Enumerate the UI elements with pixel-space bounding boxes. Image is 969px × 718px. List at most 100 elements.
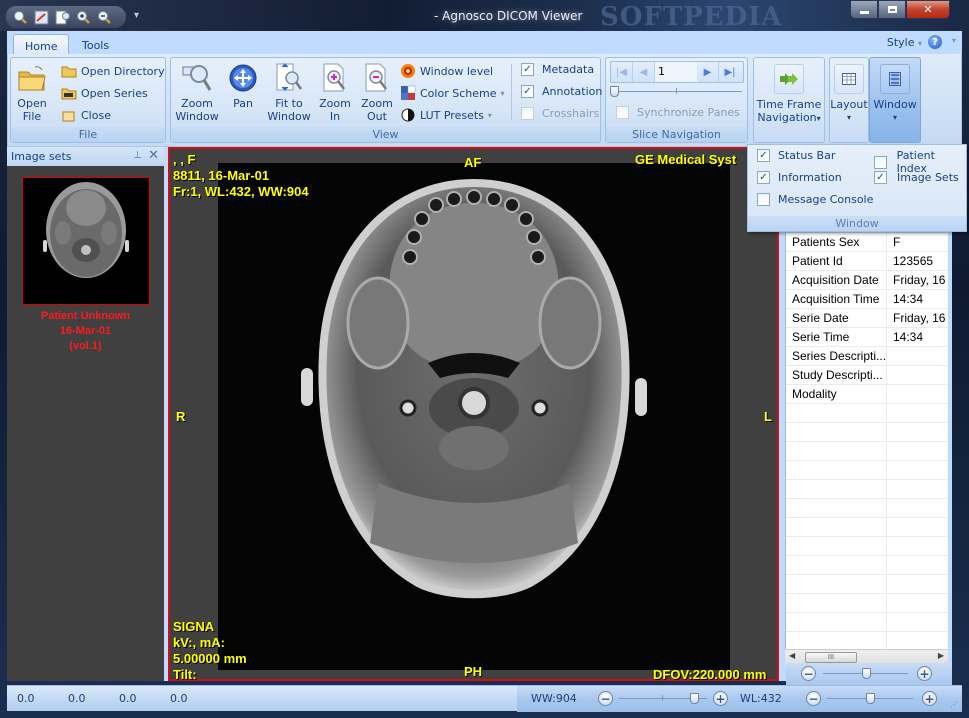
ww-increase-button[interactable]: + [713, 691, 728, 706]
next-slice-button[interactable]: ▶ [697, 62, 719, 82]
pan-icon [227, 62, 259, 94]
synchronize-panes-checkbox[interactable]: Synchronize Panes [616, 106, 740, 119]
last-slice-button[interactable]: ▶| [719, 62, 741, 82]
info-table-row[interactable]: Serie Date Friday, 16 M [786, 309, 948, 328]
wl-decrease-button[interactable]: − [806, 691, 821, 706]
image-info-icon[interactable] [54, 9, 71, 26]
status-bar: 0.0 0.0 0.0 0.0 WW:904 − + WL:432 − + ⋰ [7, 685, 962, 712]
zoom-in-icon[interactable] [75, 9, 92, 26]
resize-grip-icon[interactable]: ⋰ [950, 700, 960, 710]
window-button[interactable]: Window ▾ [870, 62, 920, 124]
color-scheme-button[interactable]: Color Scheme ▾ [400, 85, 504, 101]
pin-icon[interactable]: ⊥ [133, 150, 142, 161]
status-bar-toggle[interactable]: ✓ Status Bar [757, 149, 835, 162]
info-table-row[interactable]: Patients Sex F [786, 233, 948, 252]
orientation-bottom: PH [464, 664, 483, 679]
zoom-window-icon[interactable] [12, 9, 29, 26]
info-table-row[interactable] [786, 537, 948, 556]
open-file-button[interactable]: Open File [16, 62, 48, 123]
window-level-icon [400, 63, 416, 79]
image-set-thumbnail[interactable] [22, 177, 150, 305]
slice-slider-track[interactable] [614, 91, 742, 92]
tab-tools[interactable]: Tools [71, 34, 120, 55]
info-table-row[interactable] [786, 461, 948, 480]
previous-slice-button[interactable]: ◀ [633, 62, 655, 82]
info-table-row[interactable] [786, 404, 948, 423]
info-table-row[interactable] [786, 480, 948, 499]
chevron-down-icon[interactable]: ▾ [952, 36, 956, 45]
horizontal-scrollbar[interactable]: ◀ III ▶ [785, 649, 948, 664]
time-frame-label-2-text: Navigation [757, 111, 817, 124]
scrollbar-thumb[interactable]: III [805, 652, 857, 663]
info-table-row[interactable]: Patient Id 123565 [786, 252, 948, 271]
info-zoom-in-button[interactable]: + [917, 666, 932, 681]
time-frame-navigation-button[interactable]: Time Frame Navigation▾ [754, 62, 824, 125]
ww-slider-thumb[interactable] [689, 693, 699, 704]
mri-thumbnail-image [23, 178, 149, 304]
image-viewport[interactable]: , , F 8811, 16-Mar-01 Fr:1, WL:432, WW:9… [168, 147, 779, 682]
close-button[interactable]: ✕ [906, 0, 950, 19]
zoom-in-button[interactable]: Zoom In [318, 62, 352, 123]
slice-number-input[interactable]: 1 [655, 62, 697, 82]
info-table-row[interactable] [786, 556, 948, 575]
lut-presets-button[interactable]: LUT Presets ▾ [400, 107, 492, 123]
window-panes-icon [880, 64, 910, 94]
folder-open-icon [16, 62, 48, 94]
wl-slider-thumb[interactable] [866, 693, 875, 704]
zoom-out-icon[interactable] [96, 9, 113, 26]
ww-decrease-button[interactable]: − [598, 691, 613, 706]
info-table-row[interactable] [786, 423, 948, 442]
info-table-row[interactable]: Acquisition Date Friday, 16 M [786, 271, 948, 290]
layout-button[interactable]: Layout ▾ [830, 62, 868, 124]
close-panel-icon[interactable]: ✕ [148, 148, 159, 163]
info-table-row[interactable] [786, 632, 948, 649]
info-table-row[interactable]: Acquisition Time 14:34 [786, 290, 948, 309]
fit-to-window-icon[interactable] [33, 9, 50, 26]
slice-slider-thumb[interactable] [610, 86, 619, 97]
zoom-window-button[interactable]: Zoom Window [174, 62, 220, 123]
scroll-left-icon[interactable]: ◀ [789, 651, 795, 660]
status-bar-controls: WW:904 − + WL:432 − + ⋰ [517, 686, 962, 712]
annotation-checkbox[interactable]: ✓ Annotation [521, 85, 602, 98]
message-console-toggle[interactable]: Message Console [757, 193, 873, 206]
open-directory-button[interactable]: Open Directory [61, 63, 165, 79]
checkbox-checked-icon: ✓ [757, 171, 770, 184]
pan-button[interactable]: Pan [226, 62, 260, 110]
scroll-right-icon[interactable]: ▶ [938, 651, 944, 660]
information-toggle[interactable]: ✓ Information [757, 171, 842, 184]
info-table-row[interactable]: Modality [786, 385, 948, 404]
info-table-row[interactable] [786, 499, 948, 518]
customize-qat-icon[interactable]: ▾ [134, 10, 139, 21]
image-sets-title: Image sets [11, 150, 72, 163]
mri-scan-image[interactable] [218, 163, 730, 670]
info-table-row[interactable]: Study Descripti... [786, 366, 948, 385]
metadata-checkbox[interactable]: ✓ Metadata [521, 63, 594, 76]
plus-icon: + [924, 691, 935, 706]
help-icon[interactable]: ? [928, 35, 942, 49]
crosshairs-checkbox[interactable]: Crosshairs [521, 107, 599, 120]
image-sets-toggle[interactable]: ✓ Image Sets [874, 171, 959, 184]
info-table-row[interactable]: Serie Time 14:34 [786, 328, 948, 347]
style-menu[interactable]: Style ▾ [887, 36, 922, 49]
minimize-button[interactable] [850, 0, 878, 19]
info-table-row[interactable] [786, 575, 948, 594]
first-slice-button[interactable]: |◀ [611, 62, 633, 82]
info-table-row[interactable]: Series Descripti... [786, 347, 948, 366]
close-file-button[interactable]: Close [61, 107, 111, 123]
info-table-row[interactable] [786, 594, 948, 613]
fit-to-window-button[interactable]: Fit to Window [265, 62, 313, 123]
info-table-row[interactable] [786, 613, 948, 632]
info-value [887, 556, 948, 574]
zoom-out-button[interactable]: Zoom Out [360, 62, 394, 123]
info-table-row[interactable] [786, 518, 948, 537]
info-table-row[interactable] [786, 442, 948, 461]
wl-increase-button[interactable]: + [922, 691, 937, 706]
tab-home[interactable]: Home [13, 34, 70, 55]
window-level-button[interactable]: Window level [400, 63, 493, 79]
lut-icon [400, 107, 416, 123]
open-series-button[interactable]: Open Series [61, 85, 148, 101]
maximize-button[interactable] [878, 0, 906, 19]
info-zoom-out-button[interactable]: − [801, 666, 816, 681]
maximize-icon [887, 6, 897, 13]
info-zoom-slider-thumb[interactable] [861, 668, 871, 679]
